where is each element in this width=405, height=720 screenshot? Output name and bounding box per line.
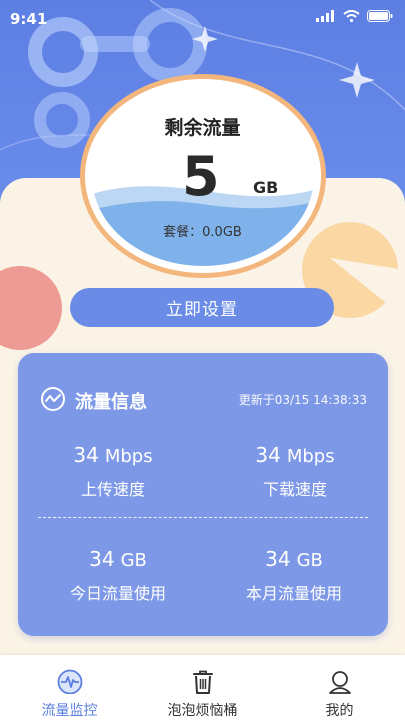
status-bar: 9:41 <box>0 0 405 36</box>
upload-value: 34 <box>73 443 99 467</box>
download-label: 下载速度 <box>262 480 327 499</box>
bottom-tab-bar: 流量监控 泡泡烦恼桶 我的 <box>0 655 405 720</box>
wifi-icon <box>343 10 360 22</box>
download-stat: 34 Mbps 下载速度 <box>230 443 360 500</box>
signal-icon <box>316 10 334 22</box>
month-value: 34 <box>265 547 291 571</box>
info-title: 流量信息 <box>75 392 147 413</box>
upload-unit: Mbps <box>104 446 153 467</box>
updated-time: 更新于03/15 14:38:33 <box>238 393 367 407</box>
tab-profile[interactable]: 我的 <box>272 655 405 720</box>
tab-label: 流量监控 <box>41 703 98 719</box>
profile-icon <box>328 671 351 694</box>
download-value: 34 <box>255 443 281 467</box>
tab-label: 我的 <box>325 703 354 719</box>
upload-label: 上传速度 <box>80 480 145 499</box>
traffic-chart-icon <box>41 387 65 411</box>
gauge-title: 剩余流量 <box>164 117 241 139</box>
upload-stat: 34 Mbps 上传速度 <box>48 443 178 500</box>
today-usage-stat: 34 GB 今日流量使用 <box>48 547 188 604</box>
tab-traffic-monitor[interactable]: 流量监控 <box>2 655 137 720</box>
battery-icon <box>367 10 393 22</box>
month-unit: GB <box>296 550 323 571</box>
trash-bin-icon <box>192 670 213 694</box>
status-time: 9:41 <box>10 10 48 28</box>
traffic-monitor-icon <box>57 669 82 694</box>
traffic-info-card: 流量信息 更新于03/15 14:38:33 34 Mbps 上传速度 34 Mbp… <box>18 353 388 636</box>
card-divider <box>38 517 368 518</box>
today-value: 34 <box>89 547 115 571</box>
today-label: 今日流量使用 <box>69 584 166 603</box>
remaining-value: 5 <box>182 145 220 208</box>
today-unit: GB <box>120 550 147 571</box>
tab-label: 泡泡烦恼桶 <box>167 703 238 719</box>
download-unit: Mbps <box>286 446 335 467</box>
setup-now-button[interactable]: 立即设置 <box>70 288 334 327</box>
month-usage-stat: 34 GB 本月流量使用 <box>224 547 364 604</box>
month-label: 本月流量使用 <box>245 584 342 603</box>
tab-bubble-trash[interactable]: 泡泡烦恼桶 <box>135 655 270 720</box>
plan-text: 套餐：0.0GB <box>163 225 242 240</box>
remaining-unit: GB <box>253 178 279 197</box>
